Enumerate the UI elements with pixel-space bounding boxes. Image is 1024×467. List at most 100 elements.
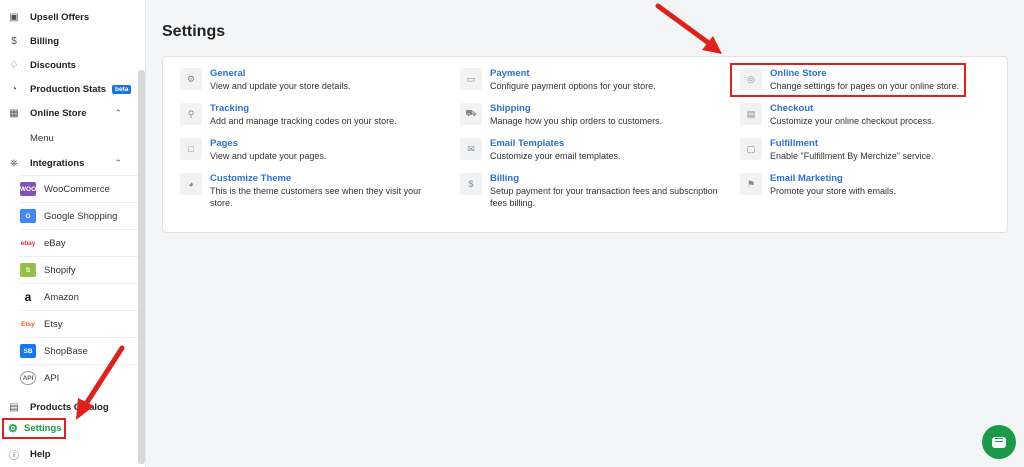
setting-title[interactable]: Email Marketing <box>770 173 1000 185</box>
setting-title[interactable]: Checkout <box>770 103 1000 115</box>
search-icon: ⚲ <box>180 103 202 125</box>
integration-label: Google Shopping <box>44 210 118 222</box>
sidebar-item-label: Settings <box>24 423 62 434</box>
page-title: Settings <box>162 23 226 40</box>
api-logo-icon: API <box>20 371 36 385</box>
amazon-logo-icon: a <box>24 290 32 304</box>
tag-icon: ♢ <box>9 59 19 71</box>
sidebar-item-upsell-offers[interactable]: ▣ Upsell Offers <box>0 10 138 24</box>
chevron-up-icon[interactable]: ⌃ <box>114 158 122 169</box>
palette-icon: ◕ <box>180 173 202 195</box>
setting-desc: Enable "Fulfillment By Merchize" service… <box>770 151 934 161</box>
chat-bubble-icon <box>992 436 1006 448</box>
setting-fulfillment[interactable]: ▢ Fulfillment Enable "Fulfillment By Merc… <box>740 138 1000 162</box>
integration-google-shopping[interactable]: G Google Shopping <box>20 202 138 229</box>
setting-desc: Add and manage tracking codes on your st… <box>210 116 397 126</box>
sidebar-item-billing[interactable]: $ Billing <box>0 34 138 48</box>
gear-icon: ⚙ <box>8 423 18 435</box>
box-icon: ▢ <box>740 138 762 160</box>
etsy-logo-icon: Etsy <box>21 320 35 328</box>
sidebar-item-discounts[interactable]: ♢ Discounts <box>0 58 138 72</box>
sidebar-item-label: Help <box>30 448 51 460</box>
sidebar-subitem-menu[interactable]: Menu <box>0 131 138 145</box>
integration-woocommerce[interactable]: WOO WooCommerce <box>20 175 138 202</box>
gear-icon: ⚙ <box>180 68 202 90</box>
setting-title[interactable]: Customize Theme <box>210 173 440 185</box>
setting-title[interactable]: General <box>210 68 440 80</box>
setting-email-marketing[interactable]: ⚑ Email Marketing Promote your store with… <box>740 173 1000 197</box>
integration-amazon[interactable]: a Amazon <box>20 283 138 310</box>
setting-title[interactable]: Shipping <box>490 103 720 115</box>
online-store-highlight-box <box>730 63 966 97</box>
setting-customize-theme[interactable]: ◕ Customize Theme This is the theme custo… <box>180 173 440 209</box>
chat-button[interactable] <box>982 425 1016 459</box>
setting-desc: View and update your store details. <box>210 81 351 91</box>
shopbase-logo-icon: SB <box>20 344 36 358</box>
setting-desc: Customize your online checkout process. <box>770 116 935 126</box>
setting-desc: Setup payment for your transaction fees … <box>490 186 718 208</box>
setting-payment[interactable]: ▭ Payment Configure payment options for y… <box>460 68 720 92</box>
integration-ebay[interactable]: ebay eBay <box>20 229 138 256</box>
beta-badge: beta <box>112 84 132 94</box>
shirt-icon: ▤ <box>9 401 19 413</box>
sidebar-subitem-label: Menu <box>30 132 54 144</box>
truck-icon: ⛟ <box>460 103 482 125</box>
megaphone-icon: ⚑ <box>740 173 762 195</box>
integration-label: eBay <box>44 237 66 249</box>
sidebar-item-production-stats[interactable]: ◔ Production Stats beta <box>0 82 138 96</box>
sidebar-item-online-store[interactable]: ▦ Online Store ⌃ <box>0 106 138 120</box>
setting-desc: Customize your email templates. <box>490 151 621 161</box>
setting-tracking[interactable]: ⚲ Tracking Add and manage tracking codes … <box>180 103 440 127</box>
shopify-logo-icon: S <box>20 263 36 277</box>
sidebar-item-settings[interactable]: ⚙ Settings <box>2 418 66 439</box>
integration-shopify[interactable]: S Shopify <box>20 256 138 283</box>
setting-desc: Promote your store with emails. <box>770 186 897 196</box>
setting-desc: This is the theme customers see when the… <box>210 186 422 208</box>
setting-title[interactable]: Pages <box>210 138 440 150</box>
integration-label: Etsy <box>44 318 63 330</box>
setting-email-templates[interactable]: ✉ Email Templates Customize your email te… <box>460 138 720 162</box>
sidebar-item-label: Production Stats <box>30 83 107 95</box>
page-icon: ▣ <box>9 11 19 23</box>
sidebar-item-help[interactable]: ⓘ Help <box>0 447 138 462</box>
setting-checkout[interactable]: ▤ Checkout Customize your online checkout… <box>740 103 1000 127</box>
sidebar-scrollbar[interactable] <box>138 70 145 464</box>
woocommerce-logo-icon: WOO <box>20 182 36 196</box>
file-icon: □ <box>180 138 202 160</box>
integration-label: Shopify <box>44 264 76 276</box>
help-icon: ⓘ <box>9 450 19 462</box>
integration-label: Amazon <box>44 291 79 303</box>
setting-pages[interactable]: □ Pages View and update your pages. <box>180 138 440 162</box>
google-shopping-logo-icon: G <box>20 209 36 223</box>
dollar-icon: $ <box>460 173 482 195</box>
sidebar-item-label: Online Store <box>30 107 87 119</box>
setting-title[interactable]: Email Templates <box>490 138 720 150</box>
integration-label: WooCommerce <box>44 183 110 195</box>
sidebar-item-label: Discounts <box>30 59 76 71</box>
store-icon: ▦ <box>9 107 19 119</box>
annotation-arrow-icon <box>76 345 125 420</box>
chevron-up-icon[interactable]: ⌃ <box>114 108 122 119</box>
setting-title[interactable]: Tracking <box>210 103 440 115</box>
cart-icon: ▤ <box>740 103 762 125</box>
mail-icon: ✉ <box>460 138 482 160</box>
setting-title[interactable]: Fulfillment <box>770 138 1000 150</box>
dollar-icon: $ <box>11 35 17 47</box>
setting-title[interactable]: Billing <box>490 173 720 185</box>
sidebar-item-label: Upsell Offers <box>30 11 90 23</box>
integration-etsy[interactable]: Etsy Etsy <box>20 310 138 337</box>
pie-chart-icon: ◔ <box>10 83 18 95</box>
sidebar-item-integrations[interactable]: ⎈ Integrations ⌃ <box>0 156 138 170</box>
setting-title[interactable]: Payment <box>490 68 720 80</box>
sidebar-item-label: Billing <box>30 35 60 47</box>
setting-desc: Configure payment options for your store… <box>490 81 656 91</box>
setting-shipping[interactable]: ⛟ Shipping Manage how you ship orders to … <box>460 103 720 127</box>
plug-icon: ⎈ <box>10 157 18 169</box>
ebay-logo-icon: ebay <box>20 239 36 247</box>
sidebar-item-label: Integrations <box>30 157 85 169</box>
credit-card-icon: ▭ <box>460 68 482 90</box>
integration-label: API <box>44 372 60 384</box>
setting-general[interactable]: ⚙ General View and update your store deta… <box>180 68 440 92</box>
setting-desc: View and update your pages. <box>210 151 327 161</box>
setting-billing[interactable]: $ Billing Setup payment for your transact… <box>460 173 720 209</box>
